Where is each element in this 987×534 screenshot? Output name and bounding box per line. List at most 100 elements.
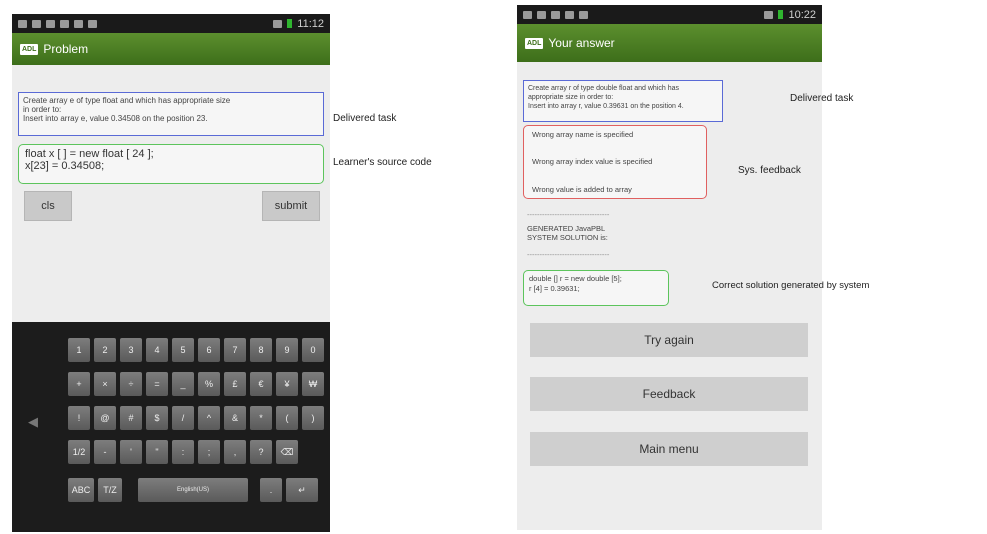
keyboard-key[interactable]: × (94, 372, 116, 396)
generated-label: GENERATED JavaPBL SYSTEM SOLUTION is: (527, 224, 608, 242)
app-logo: ADL (525, 37, 544, 49)
screen-title: Your answer (548, 36, 615, 50)
separator: --------------------------------- (527, 210, 610, 219)
task-line: Insert into array r, value 0.39631 on th… (528, 103, 684, 110)
action-bar: ADL Problem (12, 33, 330, 65)
keyboard-key[interactable]: 2 (94, 338, 116, 362)
system-solution-box: double [] r = new double [5]; r [4] = 0.… (523, 270, 669, 306)
keyboard-key[interactable]: 7 (224, 338, 246, 362)
main-menu-button[interactable]: Main menu (530, 432, 808, 466)
mail-icon (18, 19, 27, 28)
keyboard-key[interactable]: , (224, 440, 246, 464)
chevron-left-icon[interactable]: ◀ (28, 414, 38, 430)
keyboard-key[interactable]: & (224, 406, 246, 430)
keyboard-key[interactable]: 1/2 (68, 440, 90, 464)
annotation-sys-feedback: Sys. feedback (738, 165, 801, 176)
solution-line: double [] r = new double [5]; (529, 274, 622, 283)
usb-icon (32, 19, 41, 28)
keyboard-key[interactable]: ^ (198, 406, 220, 430)
sync-icon (565, 10, 574, 19)
feedback-line: Wrong array index value is specified (532, 157, 653, 166)
keyboard-key[interactable]: _ (172, 372, 194, 396)
keyboard-key[interactable]: ! (68, 406, 90, 430)
battery-icon (287, 19, 293, 28)
enter-key[interactable]: ↵ (286, 478, 318, 502)
problem-screen: 11:12 ADL Problem Create array e of type… (12, 14, 330, 532)
keyboard-key[interactable]: ( (276, 406, 298, 430)
period-key[interactable]: . (260, 478, 282, 502)
keyboard-key[interactable]: ⌫ (276, 440, 298, 464)
feedback-line: Wrong array name is specified (532, 130, 634, 139)
task-line: Insert into array e, value 0.34508 on th… (23, 114, 208, 123)
keyboard-key[interactable]: - (94, 440, 116, 464)
status-time: 10:22 (788, 8, 816, 21)
keyboard-key[interactable]: ¥ (276, 372, 298, 396)
annotation-correct-solution: Correct solution generated by system (712, 280, 870, 291)
task-line: in order to: (23, 105, 62, 114)
keyboard-key[interactable]: ÷ (120, 372, 142, 396)
space-key[interactable]: English(US) (138, 478, 248, 502)
notification-icons (18, 19, 97, 28)
source-code-input[interactable]: float x [ ] = new float [ 24 ]; x[23] = … (18, 144, 324, 184)
status-bar: 10:22 (517, 5, 822, 24)
gallery-icon (579, 10, 588, 19)
delivered-task-box: Create array r of type double float and … (523, 80, 723, 122)
keyboard-key[interactable]: ; (198, 440, 220, 464)
task-line: appropriate size in order to: (528, 94, 614, 101)
keyboard-key[interactable]: # (120, 406, 142, 430)
keyboard-key[interactable]: ₩ (302, 372, 324, 396)
app-logo: ADL (20, 43, 39, 55)
code-line: x[23] = 0.34508; (25, 160, 105, 172)
sync-icon (74, 19, 83, 28)
feedback-line: Wrong value is added to array (532, 185, 632, 194)
generated-line: SYSTEM SOLUTION is: (527, 233, 608, 242)
keyboard-key[interactable]: : (172, 440, 194, 464)
code-line: float x [ ] = new float [ 24 ]; (25, 148, 154, 160)
solution-line: r [4] = 0.39631; (529, 284, 580, 293)
keyboard-key[interactable]: £ (224, 372, 246, 396)
keyboard-key[interactable]: / (172, 406, 194, 430)
keyboard-key[interactable]: " (146, 440, 168, 464)
answer-screen: 10:22 ADL Your answer Create array r of … (517, 5, 822, 530)
keyboard-key[interactable]: + (68, 372, 90, 396)
abc-key[interactable]: ABC (68, 478, 94, 502)
screen-title: Problem (43, 42, 89, 56)
notification-icons (523, 10, 588, 19)
separator: --------------------------------- (527, 250, 610, 259)
message-icon (46, 19, 55, 28)
keyboard-key[interactable]: $ (146, 406, 168, 430)
message-icon (537, 10, 546, 19)
status-bar: 11:12 (12, 14, 330, 33)
keyboard-key[interactable]: = (146, 372, 168, 396)
keyboard-key[interactable]: € (250, 372, 272, 396)
task-line: Create array e of type float and which h… (23, 96, 231, 105)
handwriting-key[interactable]: T/Z (98, 478, 122, 502)
signal-icon (273, 19, 283, 28)
keyboard-key[interactable]: % (198, 372, 220, 396)
keyboard-key[interactable]: 4 (146, 338, 168, 362)
keyboard-key[interactable]: ' (120, 440, 142, 464)
keyboard-key[interactable]: 5 (172, 338, 194, 362)
keyboard-key[interactable]: 0 (302, 338, 324, 362)
keyboard-key[interactable]: 6 (198, 338, 220, 362)
keyboard-key[interactable]: ) (302, 406, 324, 430)
feedback-button[interactable]: Feedback (530, 377, 808, 411)
submit-button[interactable]: submit (262, 191, 320, 221)
keyboard-key[interactable]: 9 (276, 338, 298, 362)
task-line: Create array r of type double float and … (528, 85, 679, 92)
keyboard-key[interactable]: 1 (68, 338, 90, 362)
keyboard-key[interactable]: ? (250, 440, 272, 464)
try-again-button[interactable]: Try again (530, 323, 808, 357)
keyboard-key[interactable]: 3 (120, 338, 142, 362)
signal-icon (764, 10, 774, 19)
cls-button[interactable]: cls (24, 191, 72, 221)
keyboard-key[interactable]: 8 (250, 338, 272, 362)
on-screen-keyboard: ◀ 1 2 3 4 5 6 7 8 9 0 + × ÷ = _% £ € ¥ ₩! @ # $ / ^ & *() 1/2- ' ":;… (12, 322, 330, 532)
generated-line: GENERATED JavaPBL (527, 224, 606, 233)
usb-icon (523, 10, 532, 19)
system-feedback-box: Wrong array name is specified Wrong arra… (523, 125, 707, 199)
keyboard-key[interactable]: @ (94, 406, 116, 430)
gallery-icon (88, 19, 97, 28)
keyboard-key[interactable]: * (250, 406, 272, 430)
battery-icon (778, 10, 784, 19)
